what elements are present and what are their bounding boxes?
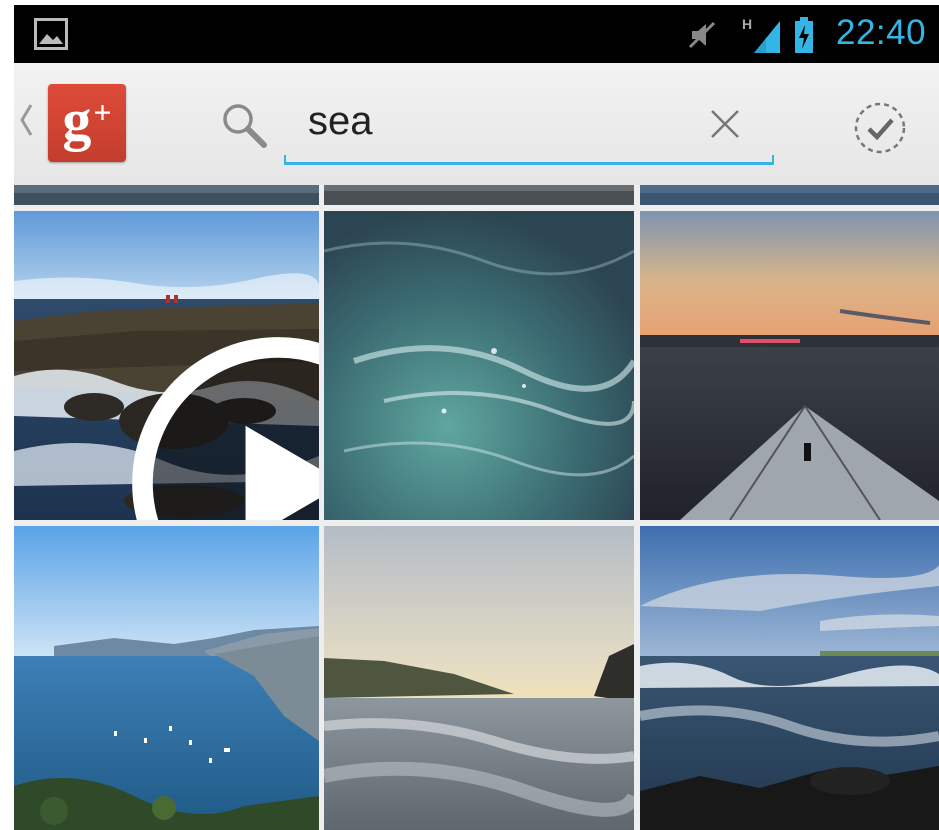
search-icon xyxy=(223,104,267,148)
google-plus-icon[interactable]: g + xyxy=(48,84,126,162)
network-type-label: H xyxy=(742,16,752,32)
play-icon[interactable] xyxy=(126,329,319,520)
status-time: 22:40 xyxy=(836,13,927,52)
up-caret-icon[interactable] xyxy=(18,103,34,137)
google-plus-plus: + xyxy=(93,93,112,130)
photo-grid xyxy=(14,185,939,830)
photo-thumbnail[interactable] xyxy=(14,526,319,830)
photo-thumbnail[interactable] xyxy=(324,185,634,205)
photo-thumbnail[interactable] xyxy=(640,185,939,205)
photo-thumbnail[interactable] xyxy=(14,185,319,205)
gallery-thumbnail-icon xyxy=(34,18,68,50)
photo-thumbnail[interactable] xyxy=(640,526,939,830)
check-circle-icon[interactable] xyxy=(852,100,908,156)
action-bar: g + xyxy=(14,63,939,185)
photo-thumbnail[interactable] xyxy=(640,211,939,520)
search-underline xyxy=(284,155,774,165)
app-screen: H 22:40 g + xyxy=(14,5,939,830)
photo-thumbnail[interactable] xyxy=(324,211,634,520)
muted-icon xyxy=(688,21,716,49)
google-plus-glyph: g xyxy=(62,86,92,152)
signal-icon: H xyxy=(742,16,780,53)
search-input[interactable] xyxy=(284,91,774,151)
photo-thumbnail[interactable] xyxy=(324,526,634,830)
close-icon[interactable] xyxy=(708,107,742,141)
battery-charging-icon xyxy=(795,17,813,53)
status-bar: H 22:40 xyxy=(14,5,939,63)
video-thumbnail[interactable] xyxy=(14,211,319,520)
